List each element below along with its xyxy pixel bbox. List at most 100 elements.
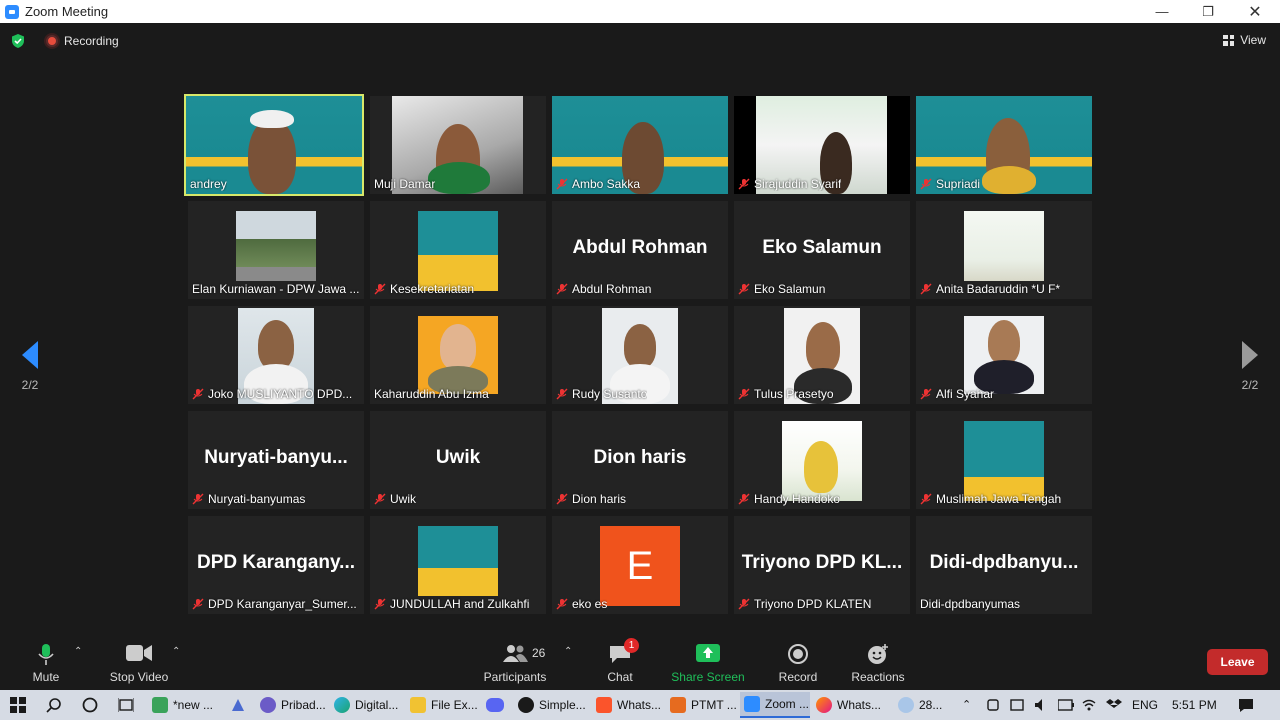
participant-tile-eko-salamun[interactable]: Eko Salamun Eko Salamun xyxy=(734,201,910,299)
windows-start-icon[interactable] xyxy=(10,697,26,713)
language-indicator[interactable]: ENG xyxy=(1132,698,1158,712)
discord-icon[interactable] xyxy=(486,697,504,713)
view-button[interactable]: View xyxy=(1223,33,1266,47)
title-bar: Zoom Meeting — ❐ ✕ xyxy=(0,0,1280,23)
chevron-left-icon[interactable] xyxy=(21,341,39,369)
participant-name: Alfi Syahar xyxy=(920,387,994,401)
reactions-smiley-icon xyxy=(868,644,888,664)
clock[interactable]: 5:51 PM xyxy=(1172,698,1217,712)
taskbar-item-simple[interactable]: Simple... xyxy=(514,692,590,718)
participant-name: Tulus Prasetyo xyxy=(738,387,834,401)
participant-display-name: Triyono DPD KL... xyxy=(741,552,903,573)
participant-tile-rudy-susanto[interactable]: Rudy Susanto xyxy=(552,306,728,404)
participant-tile-sirajuddin-syarif[interactable]: Sirajuddin Syarif xyxy=(734,96,910,194)
task-view-icon[interactable] xyxy=(118,697,134,713)
participant-tile-nuryati-banyumas[interactable]: Nuryati-banyu... Nuryati-banyumas xyxy=(188,411,364,509)
participant-tile-triyono-dpd-klaten[interactable]: Triyono DPD KL... Triyono DPD KLATEN xyxy=(734,516,910,614)
wifi-icon[interactable] xyxy=(1082,698,1096,712)
tray-overflow-caret-icon[interactable]: ⌃ xyxy=(962,698,971,711)
audio-options-caret-icon[interactable]: ⌃ xyxy=(74,646,82,657)
participant-tile-tulus-prasetyo[interactable]: Tulus Prasetyo xyxy=(734,306,910,404)
participant-tile-handy-handoko[interactable]: Handy Handoko xyxy=(734,411,910,509)
share-screen-button[interactable]: Share Screen xyxy=(670,634,746,690)
participant-photo-figure xyxy=(258,320,294,370)
profile-picture xyxy=(964,421,1044,501)
participant-tile-muji-damar[interactable]: Muji Damar xyxy=(370,96,546,194)
participant-tile-kaharuddin-abu-izma[interactable]: Kaharuddin Abu Izma xyxy=(370,306,546,404)
taskbar-item-ptmt[interactable]: PTMT ... xyxy=(666,692,738,718)
taskbar-item-edge[interactable]: Digital... xyxy=(330,692,404,718)
participant-tile-anita-badaruddin[interactable]: Anita Badaruddin *U F* xyxy=(916,201,1092,299)
muted-mic-icon xyxy=(556,388,568,400)
participants-count: 26 xyxy=(532,646,546,660)
cortana-icon[interactable] xyxy=(82,697,98,713)
muted-mic-icon xyxy=(738,598,750,610)
app-icon[interactable] xyxy=(230,697,246,713)
close-button[interactable]: ✕ xyxy=(1232,0,1278,23)
security-shield-icon[interactable] xyxy=(10,33,26,49)
taskbar-item-pribadi[interactable]: Pribad... xyxy=(256,692,328,718)
taskbar-item-zoom[interactable]: Zoom ... xyxy=(740,692,810,718)
participant-tile-andrey[interactable]: andrey xyxy=(184,94,364,196)
mute-button[interactable]: Mute xyxy=(26,634,66,690)
next-page-nav[interactable]: 2/2 xyxy=(1230,341,1270,392)
record-button[interactable]: Record xyxy=(776,634,820,690)
search-icon[interactable] xyxy=(46,697,62,713)
participant-tile-kesekretariatan[interactable]: Kesekretariatan xyxy=(370,201,546,299)
participant-name: Dion haris xyxy=(556,492,626,506)
profile-picture xyxy=(236,211,316,281)
participant-photo-figure xyxy=(804,441,838,493)
participant-tile-jundullah[interactable]: JUNDULLAH and Zulkahfi xyxy=(370,516,546,614)
video-options-caret-icon[interactable]: ⌃ xyxy=(172,646,180,657)
minimize-button[interactable]: — xyxy=(1139,0,1185,23)
prev-page-nav[interactable]: 2/2 xyxy=(10,341,50,392)
participant-tile-didi-dpdbanyumas[interactable]: Didi-dpdbanyu... Didi-dpdbanyumas xyxy=(916,516,1092,614)
notifications-icon[interactable] xyxy=(1238,698,1254,712)
participant-tile-abdul-rohman[interactable]: Abdul Rohman Abdul Rohman xyxy=(552,201,728,299)
participant-photo-figure xyxy=(806,322,840,372)
participant-name: eko es xyxy=(556,597,607,611)
participant-tile-alfi-syahar[interactable]: Alfi Syahar xyxy=(916,306,1092,404)
battery-icon[interactable] xyxy=(1058,699,1074,711)
participant-tile-uwik[interactable]: Uwik Uwik xyxy=(370,411,546,509)
tray-app-icon[interactable] xyxy=(1010,698,1024,712)
participant-tile-eko-es[interactable]: E eko es xyxy=(552,516,728,614)
chevron-right-icon[interactable] xyxy=(1241,341,1259,369)
participants-options-caret-icon[interactable]: ⌃ xyxy=(564,646,572,657)
participant-name: Joko MUSLIYANTO DPD... xyxy=(192,387,352,401)
reactions-button[interactable]: Reactions xyxy=(848,634,908,690)
firefox-browser-icon xyxy=(816,697,832,713)
tray-app-icon[interactable] xyxy=(986,698,1000,712)
participant-tile-supriadi[interactable]: Supriadi xyxy=(916,96,1092,194)
brave-browser-icon xyxy=(596,697,612,713)
participant-tile-dion-haris[interactable]: Dion haris Dion haris xyxy=(552,411,728,509)
grid-view-icon xyxy=(1223,34,1235,46)
dropbox-icon[interactable] xyxy=(1106,698,1122,712)
participant-tile-joko-musliyanto[interactable]: Joko MUSLIYANTO DPD... xyxy=(188,306,364,404)
taskbar-item-file-explorer[interactable]: File Ex... xyxy=(406,692,480,718)
participant-tile-ambo-sakka[interactable]: Ambo Sakka xyxy=(552,96,728,194)
participant-name: Rudy Susanto xyxy=(556,387,647,401)
taskbar-item-firefox-whatsapp[interactable]: Whats... xyxy=(812,692,886,718)
weather-widget[interactable]: 28... xyxy=(894,692,956,718)
participant-name: Ambo Sakka xyxy=(556,177,640,191)
leave-button[interactable]: Leave xyxy=(1207,649,1268,675)
meeting-stage: Recording View 2/2 2/2 andrey Muji Damar… xyxy=(0,23,1280,634)
participant-name: Anita Badaruddin *U F* xyxy=(920,282,1060,296)
muted-mic-icon xyxy=(920,388,932,400)
muted-mic-icon xyxy=(920,178,932,190)
taskbar-item-brave-whatsapp[interactable]: Whats... xyxy=(592,692,664,718)
restore-button[interactable]: ❐ xyxy=(1185,0,1231,23)
stop-video-button[interactable]: Stop Video xyxy=(104,634,174,690)
video-letterbox xyxy=(887,96,910,194)
chat-button[interactable]: 1 Chat xyxy=(600,634,640,690)
participant-name: Sirajuddin Syarif xyxy=(738,177,841,191)
participants-button[interactable]: 26 Participants xyxy=(480,634,550,690)
taskbar-item-notepad[interactable]: *new ... xyxy=(148,692,224,718)
volume-icon[interactable] xyxy=(1034,698,1048,712)
participant-tile-muslimah-jawa-tengah[interactable]: Muslimah Jawa Tengah xyxy=(916,411,1092,509)
shirt xyxy=(428,162,490,194)
participant-tile-dpd-karanganyar[interactable]: DPD Karangany... DPD Karanganyar_Sumer..… xyxy=(188,516,364,614)
participant-tile-elan-kurniawan[interactable]: Elan Kurniawan - DPW Jawa ... xyxy=(188,201,364,299)
windows-taskbar: *new ... Pribad... Digital... File Ex...… xyxy=(0,690,1280,720)
